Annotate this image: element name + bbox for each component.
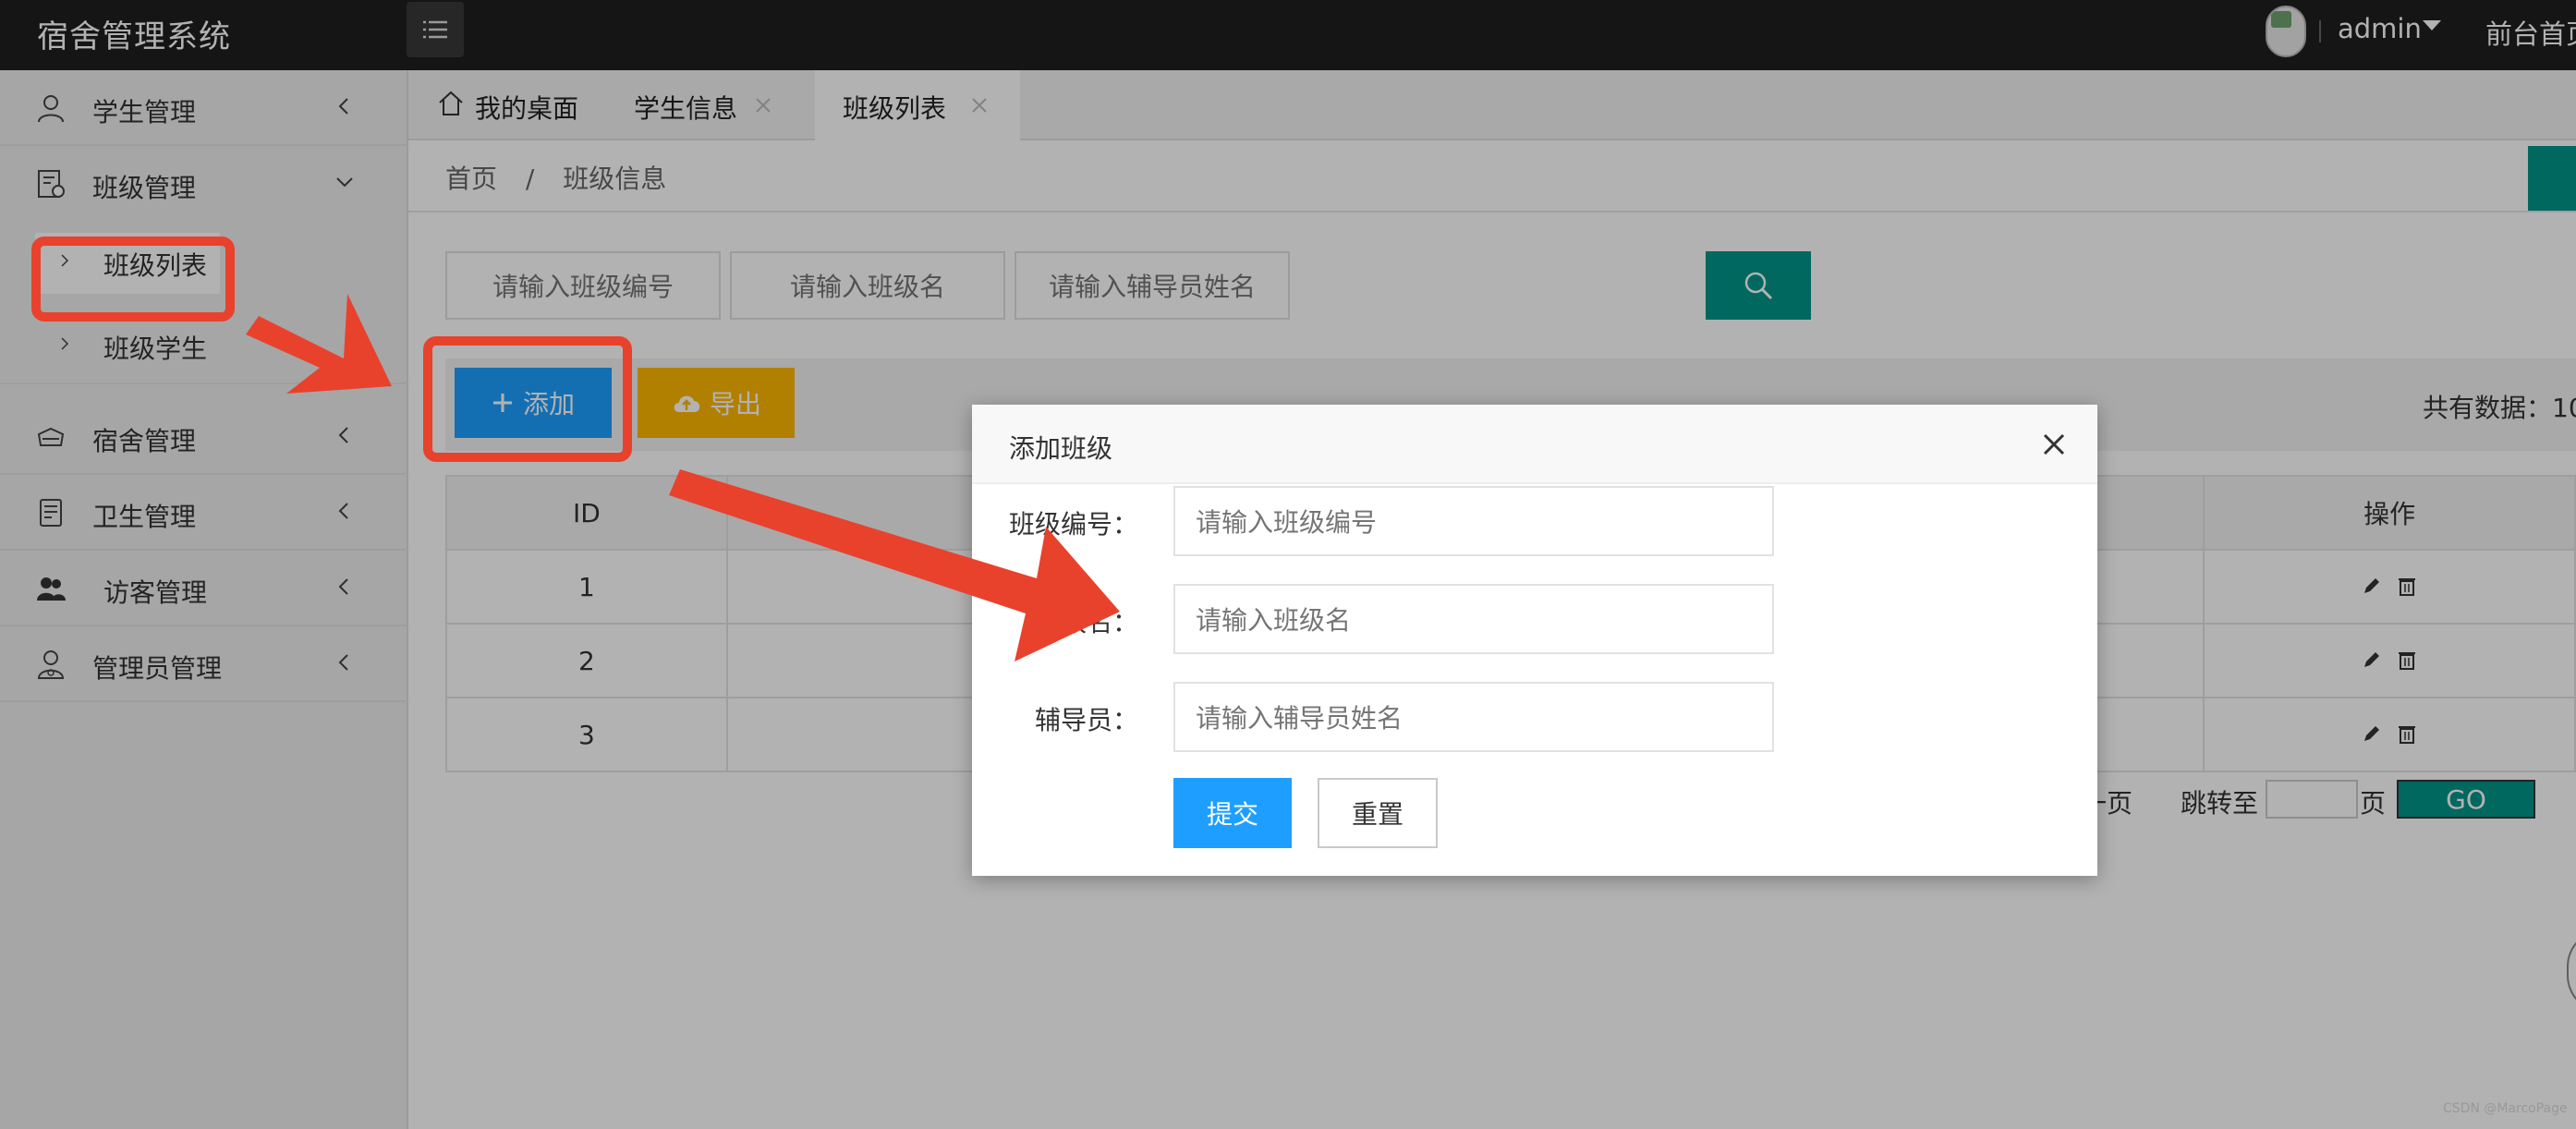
counselor-label: 辅导员： (1034, 705, 1138, 735)
highlight-frame-class-list (31, 237, 235, 322)
highlight-frame-add (423, 336, 632, 462)
dialog-title: 添加班级 (1009, 433, 1113, 464)
class-no-field[interactable]: 请输入班级编号 (1173, 486, 1774, 556)
add-class-dialog: 添加班级 班级编号： 请输入班级编号 班级名： 请输入班级名 辅导员： 请输入辅… (972, 405, 2097, 876)
class-no-label: 班级编号： (1008, 509, 1138, 540)
submit-button[interactable]: 提交 (1173, 778, 1292, 848)
watermark: CSDN @MarcoPage (2443, 1101, 2568, 1116)
counselor-field[interactable]: 请输入辅导员姓名 (1173, 682, 1774, 752)
reset-button[interactable]: 重置 (1318, 778, 1438, 848)
dialog-header: 添加班级 (972, 405, 2097, 484)
close-icon[interactable] (2042, 432, 2066, 456)
class-name-label: 班级名： (1034, 607, 1138, 637)
class-name-field[interactable]: 请输入班级名 (1173, 584, 1774, 654)
